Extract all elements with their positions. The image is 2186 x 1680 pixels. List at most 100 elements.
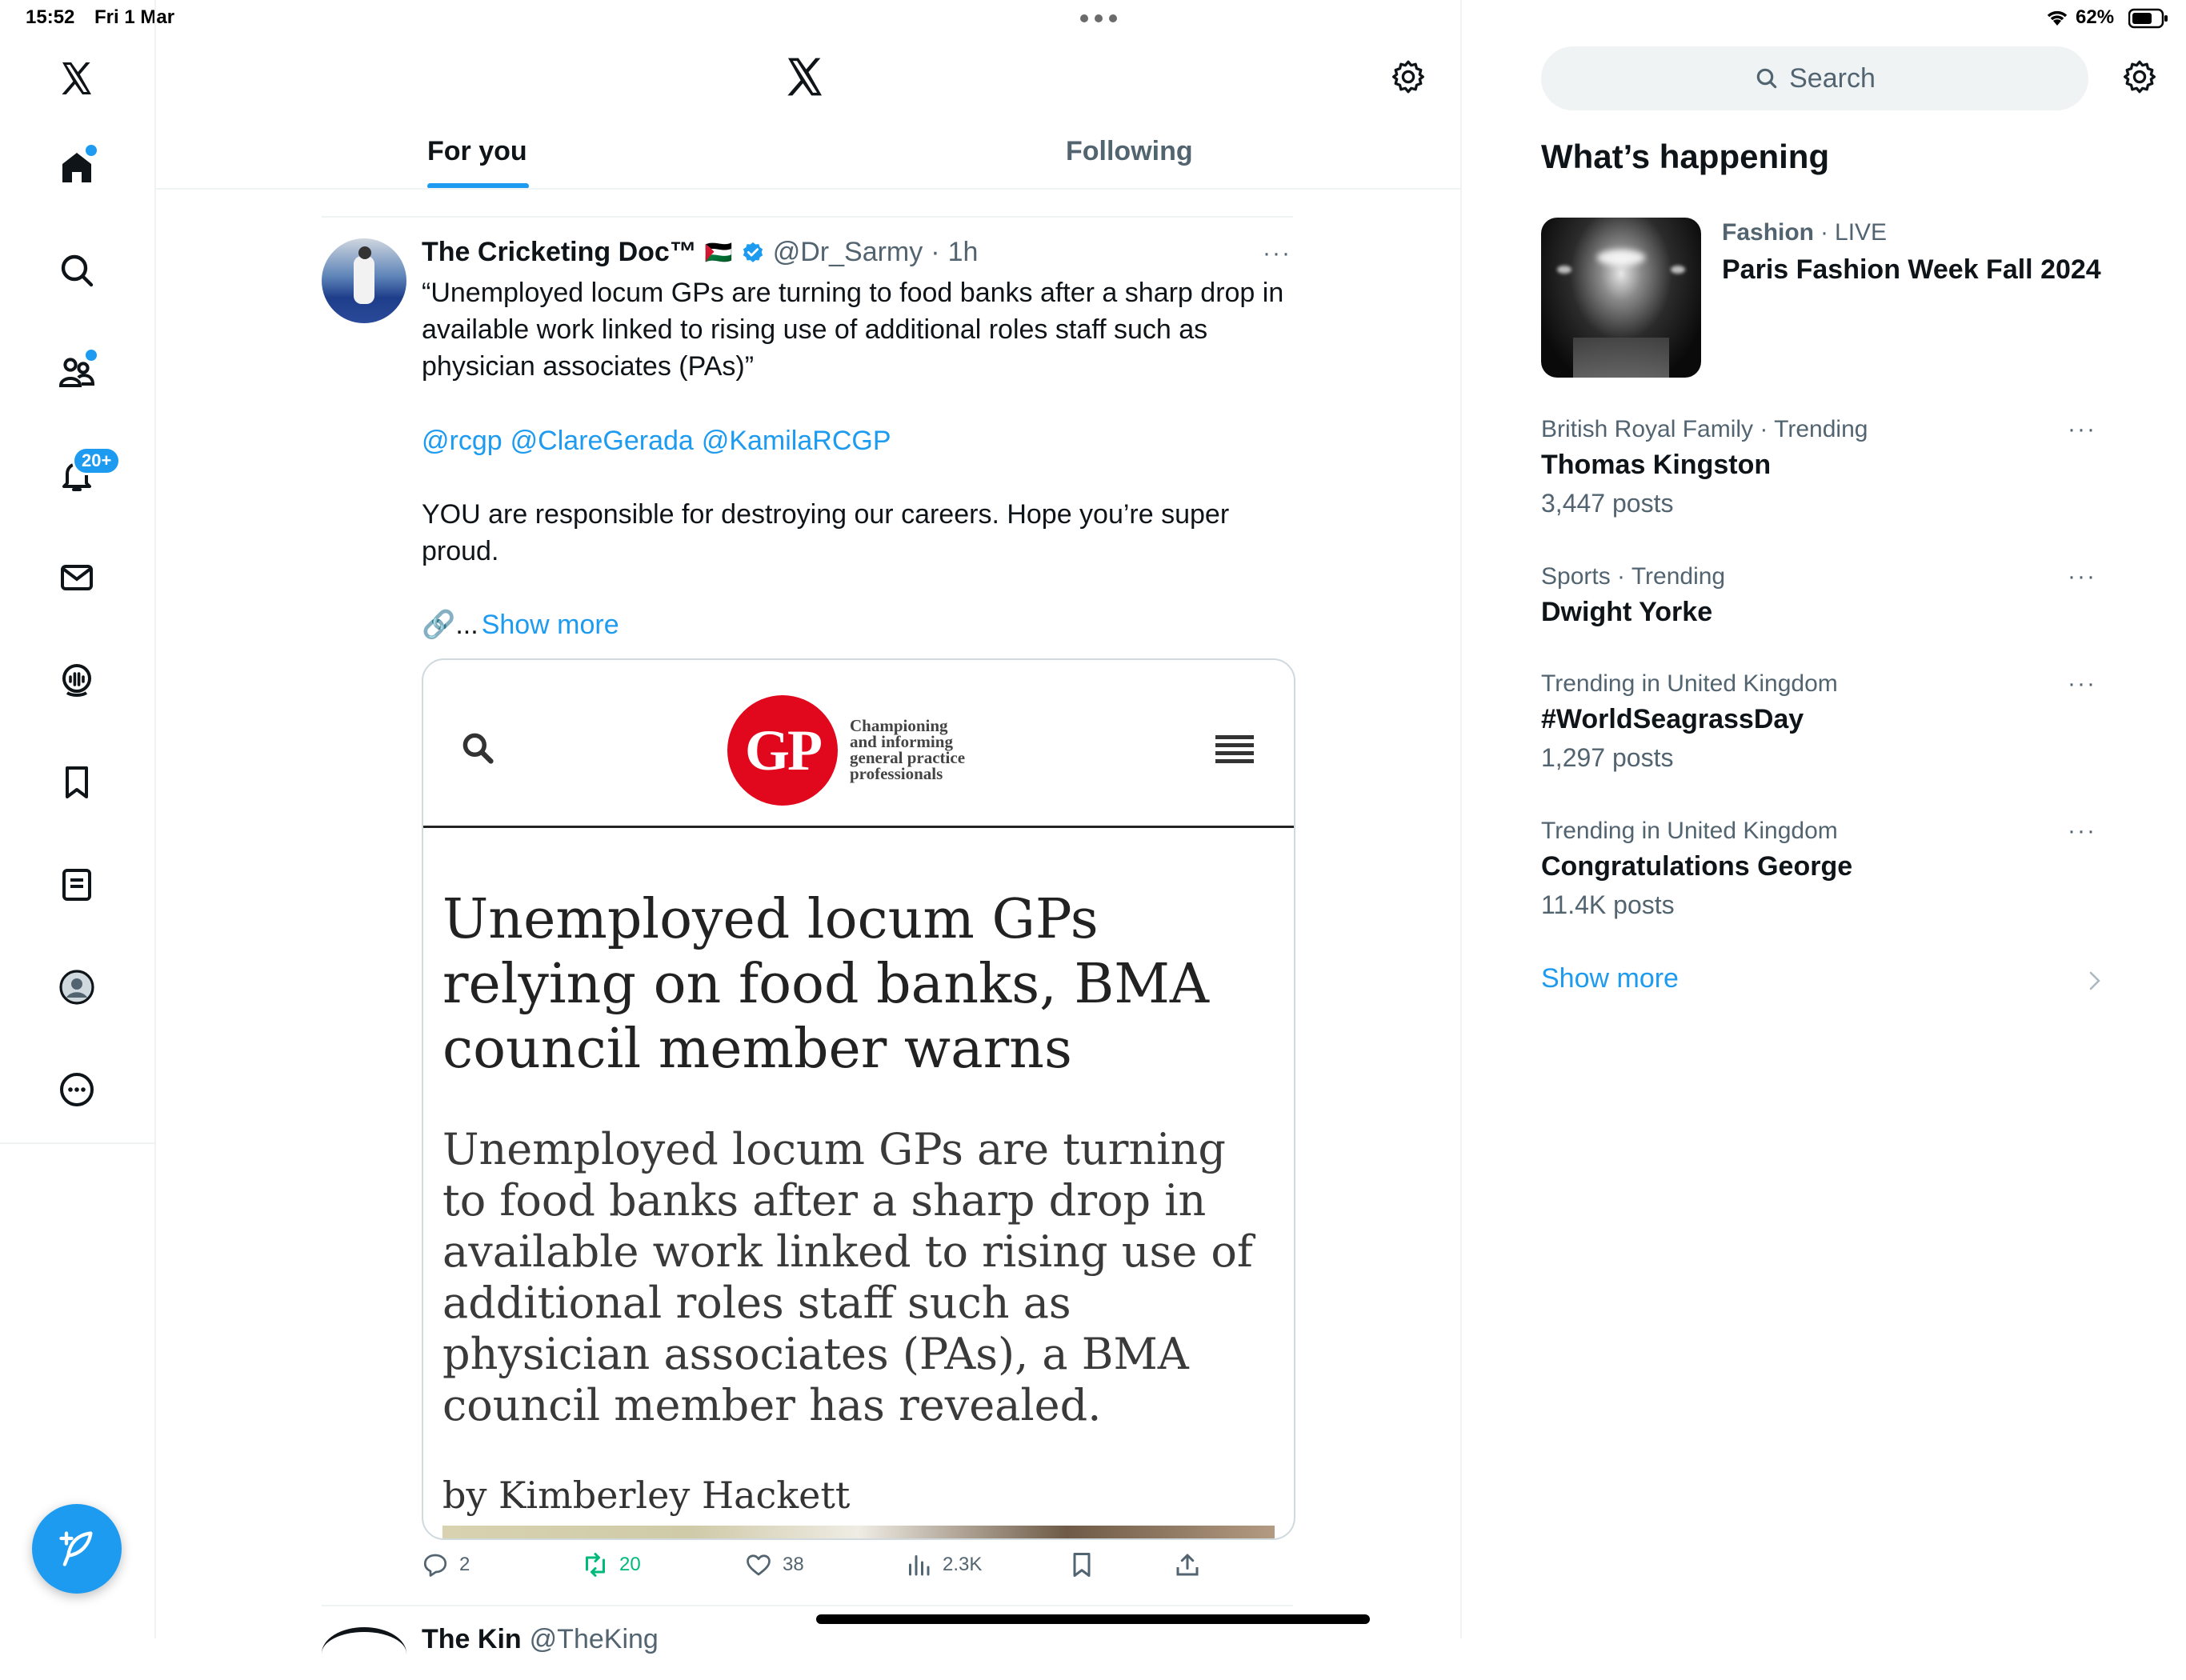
like-button[interactable]: 38 — [744, 1550, 804, 1579]
card-description: Unemployed locum GPs are turning to food… — [442, 1124, 1253, 1430]
wifi-icon — [2045, 8, 2069, 31]
search-icon — [1756, 68, 1777, 89]
whats-happening-title: What’s happening — [1541, 138, 1830, 175]
meta-separator: · — [931, 237, 940, 267]
lists-icon[interactable] — [45, 853, 109, 917]
spaces-icon[interactable] — [45, 648, 109, 712]
gp-tagline: Championing and informing general practi… — [850, 718, 965, 782]
trend-item[interactable]: Trending in United Kingdom #WorldSeagras… — [1541, 670, 1838, 773]
next-tweet-avatar[interactable] — [322, 1627, 406, 1680]
show-more-link[interactable]: Show more — [482, 606, 619, 643]
chevron-right-icon[interactable] — [2087, 970, 2103, 996]
trend-count: 1,297 posts — [1541, 743, 1674, 772]
card-hamburger-menu-icon — [1215, 734, 1254, 770]
views-count: 2.3K — [943, 1554, 983, 1575]
trend-meta: Sports · Trending — [1541, 563, 1726, 590]
views-button[interactable]: 2.3K — [904, 1550, 982, 1579]
trend-meta: Trending in United Kingdom — [1541, 818, 1838, 844]
retweet-button[interactable]: 20 — [581, 1550, 641, 1579]
reply-icon — [423, 1554, 447, 1577]
heart-icon — [747, 1554, 771, 1576]
trend-more-button[interactable]: ··· — [2068, 416, 2096, 443]
explore-settings-gear-icon[interactable] — [2122, 59, 2157, 98]
tagline-line: Championing — [850, 716, 948, 735]
x-logo-icon[interactable] — [45, 46, 109, 110]
trend-more-button[interactable]: ··· — [2068, 563, 2096, 590]
notifications-badge: 20+ — [72, 446, 122, 475]
bookmark-button[interactable] — [1067, 1550, 1096, 1579]
search-icon[interactable] — [45, 238, 109, 302]
tweet-handle[interactable]: @Dr_Sarmy — [773, 237, 923, 268]
tabs-divider — [154, 188, 1460, 190]
trend-count: 11.4K posts — [1541, 890, 1675, 919]
mention-link[interactable]: @rcgp — [422, 422, 502, 459]
trend-item[interactable]: Sports · Trending Dwight Yorke — [1541, 563, 1725, 628]
card-image-preview — [442, 1526, 1275, 1538]
home-indicator[interactable] — [816, 1614, 1370, 1624]
tweet-time[interactable]: 1h — [948, 237, 979, 268]
tagline-line: and informing — [850, 732, 953, 751]
trends-show-more-link[interactable]: Show more — [1541, 963, 1679, 994]
avatar-icon[interactable] — [45, 955, 109, 1019]
card-search-icon — [460, 730, 495, 770]
trend-title: Dwight Yorke — [1541, 597, 1713, 627]
multitask-dots-icon[interactable] — [1080, 14, 1117, 22]
trend-more-button[interactable]: ··· — [2068, 818, 2096, 845]
share-button[interactable] — [1173, 1550, 1202, 1579]
trend-title: Thomas Kingston — [1541, 450, 1772, 480]
tweet-author-name[interactable]: The Cricketing Doc™ — [422, 237, 697, 268]
mail-icon[interactable] — [45, 546, 109, 610]
home-icon[interactable] — [45, 136, 109, 200]
share-icon — [1176, 1554, 1199, 1576]
x-header-logo-icon[interactable] — [783, 54, 827, 99]
featured-live-label: LIVE — [1835, 219, 1888, 246]
tweet-mentions: @rcgp @ClareGerada @KamilaRCGP — [422, 422, 891, 459]
verified-badge-icon — [743, 242, 763, 262]
trend-meta: Trending in United Kingdom — [1541, 670, 1838, 697]
link-chain-icon: 🔗... — [422, 610, 478, 640]
trend-title: Congratulations George — [1541, 851, 1853, 882]
card-byline: by Kimberley Hackett — [442, 1474, 851, 1517]
more-circle-icon[interactable] — [45, 1058, 109, 1122]
tweet-header: The Cricketing Doc™ 🇵🇸 @Dr_Sarmy · 1h — [422, 237, 978, 268]
trend-item[interactable]: British Royal Family · Trending Thomas K… — [1541, 416, 1868, 518]
tab-following[interactable]: Following — [1066, 136, 1193, 167]
reply-count: 2 — [459, 1554, 470, 1575]
main-column-border — [1460, 0, 1462, 1638]
communities-icon[interactable] — [45, 341, 109, 405]
bell-icon[interactable]: 20+ — [45, 443, 122, 507]
mention-link[interactable]: @KamilaRCGP — [702, 422, 891, 459]
trend-item[interactable]: Trending in United Kingdom Congratulatio… — [1541, 818, 1852, 920]
featured-meta: Fashion · LIVE — [1722, 219, 1887, 246]
trend-title: #WorldSeagrassDay — [1541, 704, 1804, 734]
next-tweet-author[interactable]: The Kin — [422, 1624, 522, 1655]
trend-meta: British Royal Family · Trending — [1541, 416, 1868, 442]
search-input[interactable]: Search — [1541, 46, 2088, 110]
mention-link[interactable]: @ClareGerada — [510, 422, 694, 459]
next-tweet-header: The Kin @TheKing — [422, 1624, 659, 1655]
reply-button[interactable]: 2 — [421, 1550, 470, 1579]
bookmark-icon — [1073, 1553, 1091, 1577]
next-tweet-handle[interactable]: @TheKing — [530, 1624, 659, 1655]
compose-button[interactable] — [32, 1504, 122, 1594]
featured-title[interactable]: Paris Fashion Week Fall 2024 — [1722, 254, 2101, 286]
tab-for-you[interactable]: For you — [427, 136, 527, 167]
timeline-settings-gear-icon[interactable] — [1391, 59, 1426, 98]
featured-category: Fashion — [1722, 219, 1815, 246]
trend-count: 3,447 posts — [1541, 489, 1674, 518]
link-preview-card[interactable]: GP Championing and informing general pra… — [422, 658, 1295, 1540]
tweet-quote-text: “Unemployed locum GPs are turning to foo… — [422, 278, 1284, 382]
fashion-event-thumbnail[interactable] — [1541, 218, 1701, 378]
tweet-top-divider — [322, 216, 1293, 218]
card-headline: Unemployed locum GPs relying on food ban… — [442, 888, 1210, 1081]
battery-icon — [2128, 8, 2168, 33]
tweet-author-avatar[interactable] — [322, 238, 406, 323]
tweet-bottom-divider — [322, 1605, 1293, 1606]
bookmark-icon[interactable] — [45, 750, 109, 814]
tagline-line: general practice — [850, 748, 966, 767]
trend-more-button[interactable]: ··· — [2068, 670, 2096, 698]
tagline-line: professionals — [850, 764, 943, 783]
communities-unread-dot — [83, 347, 99, 363]
search-placeholder: Search — [1789, 62, 1876, 94]
tweet-more-button[interactable]: ··· — [1263, 240, 1291, 267]
